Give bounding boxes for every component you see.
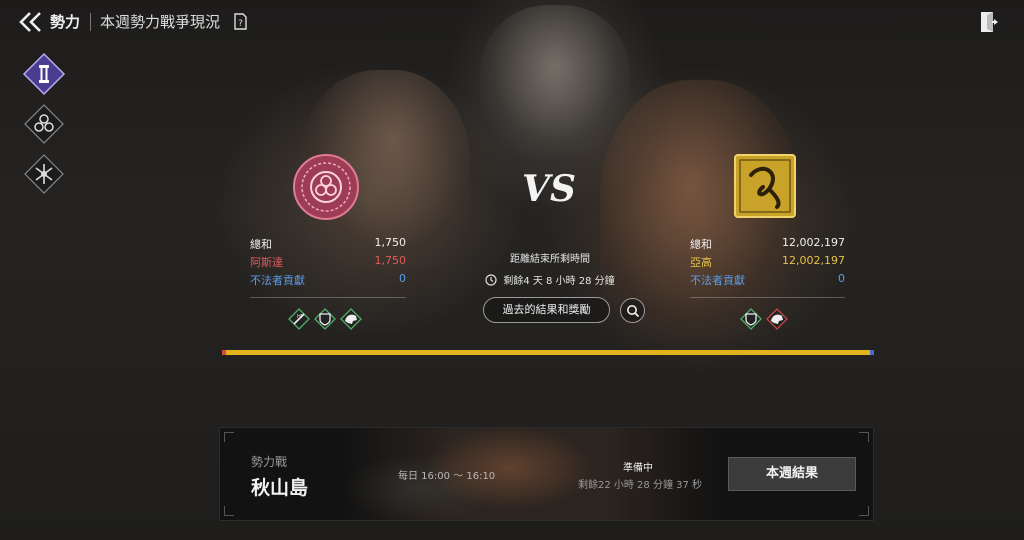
right-faction-name: 亞高: [690, 256, 712, 269]
header-divider: [90, 13, 91, 31]
left-faction-name: 阿斯達: [250, 256, 283, 269]
left-buff-icons: HP: [288, 308, 362, 330]
time-remaining: 距離結束所剩時間 剩餘4 天 8 小時 28 分鐘: [470, 250, 630, 287]
search-button[interactable]: [620, 298, 645, 323]
left-faction-stats: 總和 1,750 阿斯達 1,750 不法者貢獻 0: [250, 236, 406, 290]
nav-faction-war[interactable]: [22, 52, 66, 96]
left-faction-value: 1,750: [374, 254, 407, 267]
card-corner: [859, 506, 869, 516]
faction-war-card: 勢力戰 秋山島 每日 16:00 ～ 16:10 準備中 剩餘22 小時 28 …: [219, 427, 874, 521]
back-chevron-icon[interactable]: [18, 10, 44, 34]
beast-buff-icon[interactable]: [340, 308, 362, 330]
card-corner: [224, 432, 234, 442]
right-faction-stats: 總和 12,002,197 亞高 12,002,197 不法者貢獻 0: [690, 236, 845, 290]
page-subtitle: 本週勢力戰爭現況: [100, 13, 221, 31]
right-stats-divider: [690, 297, 845, 298]
versus-icon: VS: [523, 168, 575, 210]
right-total-value: 12,002,197: [782, 236, 845, 249]
left-outlaw-value: 0: [399, 272, 406, 285]
nav-crest[interactable]: [22, 152, 66, 196]
war-time-remaining: 剩餘22 小時 28 分鐘 37 秒: [577, 480, 703, 491]
right-buff-icons: [740, 308, 788, 330]
past-results-button[interactable]: 過去的結果和獎勵: [483, 297, 610, 323]
asda-faction-emblem-icon: [293, 154, 359, 220]
war-status: 準備中: [623, 463, 653, 474]
left-total-label: 總和: [250, 238, 272, 251]
left-outlaw-label: 不法者貢獻: [250, 274, 305, 287]
faction-score-bar: [222, 350, 874, 355]
search-icon: [627, 305, 640, 318]
side-nav: [22, 52, 66, 202]
left-total-value: 1,750: [374, 236, 407, 249]
time-remaining-label: 距離結束所剩時間: [510, 254, 590, 265]
vs-label: VS: [523, 168, 575, 210]
crest-icon: [24, 154, 64, 194]
header-bar: 勢力 本週勢力戰爭現況 ?: [0, 0, 1024, 44]
right-outlaw-value: 0: [838, 272, 845, 285]
svg-text:?: ?: [238, 19, 243, 29]
exp-shield-buff-icon[interactable]: [314, 308, 336, 330]
exit-door-icon[interactable]: [978, 10, 1002, 34]
faction-pillar-icon: [22, 52, 66, 96]
page-title: 勢力: [50, 13, 81, 31]
time-remaining-value: 剩餘4 天 8 小時 28 分鐘: [503, 276, 615, 287]
left-stats-divider: [250, 297, 406, 298]
right-total-label: 總和: [690, 238, 712, 251]
svg-text:HP: HP: [297, 314, 304, 320]
hp-sword-buff-icon[interactable]: HP: [288, 308, 310, 330]
left-score-fill: [222, 350, 226, 355]
info-document-icon[interactable]: ?: [234, 13, 247, 30]
card-corner: [224, 506, 234, 516]
triple-circle-icon: [24, 104, 64, 144]
right-score-fill: [870, 350, 874, 355]
right-outlaw-label: 不法者貢獻: [690, 274, 745, 287]
war-type: 勢力戰: [251, 455, 288, 469]
war-location: 秋山島: [251, 477, 309, 499]
agou-faction-emblem-icon: [734, 154, 796, 218]
nav-triple-circle[interactable]: [22, 102, 66, 146]
weekly-results-button[interactable]: 本週結果: [728, 457, 856, 491]
right-faction-value: 12,002,197: [782, 254, 845, 267]
beast-debuff-icon[interactable]: [766, 308, 788, 330]
war-schedule: 每日 16:00 ～ 16:10: [398, 471, 496, 482]
war-location-art: [340, 428, 720, 520]
clock-icon: [485, 273, 497, 286]
exp-shield-buff-icon[interactable]: [740, 308, 762, 330]
card-corner: [859, 432, 869, 442]
